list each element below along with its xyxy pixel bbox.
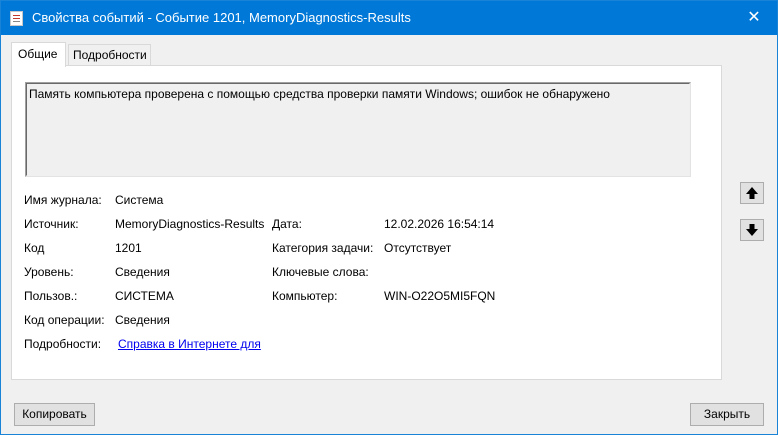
source-label: Источник: <box>24 217 79 231</box>
date-label: Дата: <box>272 217 302 231</box>
arrow-up-icon <box>746 187 758 199</box>
user-label: Пользов.: <box>24 289 78 303</box>
close-window-button[interactable]: ✕ <box>731 1 777 35</box>
tab-details[interactable]: Подробности <box>68 44 151 66</box>
opcode-value: Сведения <box>115 313 170 327</box>
event-description-text: Память компьютера проверена с помощью ср… <box>29 87 610 101</box>
window-title: Свойства событий - Событие 1201, MemoryD… <box>32 10 411 25</box>
user-value: СИСТЕМА <box>115 289 174 303</box>
event-viewer-icon <box>10 11 23 26</box>
level-value: Сведения <box>115 265 170 279</box>
keywords-label: Ключевые слова: <box>272 265 369 279</box>
task-category-value: Отсутствует <box>384 241 452 255</box>
general-tab-panel: Память компьютера проверена с помощью ср… <box>11 65 722 380</box>
copy-button[interactable]: Копировать <box>14 403 95 426</box>
computer-value: WIN-O22O5MI5FQN <box>384 289 496 303</box>
event-description[interactable]: Память компьютера проверена с помощью ср… <box>25 82 691 177</box>
event-id-value: 1201 <box>115 241 142 255</box>
date-value: 12.02.2026 16:54:14 <box>384 217 495 231</box>
task-category-label: Категория задачи: <box>272 241 374 255</box>
online-help-link[interactable]: Справка в Интернете для <box>118 337 261 351</box>
title-bar[interactable]: Свойства событий - Событие 1201, MemoryD… <box>1 1 777 35</box>
event-properties-window: Свойства событий - Событие 1201, MemoryD… <box>0 0 778 435</box>
source-value: MemoryDiagnostics-Results <box>115 217 265 231</box>
log-name-value: Система <box>115 193 164 207</box>
arrow-down-icon <box>746 224 758 236</box>
close-button[interactable]: Закрыть <box>690 403 764 426</box>
next-event-button[interactable] <box>740 219 764 241</box>
opcode-label: Код операции: <box>24 313 105 327</box>
previous-event-button[interactable] <box>740 182 764 204</box>
more-info-label: Подробности: <box>24 337 102 351</box>
computer-label: Компьютер: <box>272 289 338 303</box>
tab-general[interactable]: Общие <box>11 42 66 67</box>
log-name-label: Имя журнала: <box>24 193 102 207</box>
event-id-label: Код <box>24 241 45 255</box>
level-label: Уровень: <box>24 265 74 279</box>
